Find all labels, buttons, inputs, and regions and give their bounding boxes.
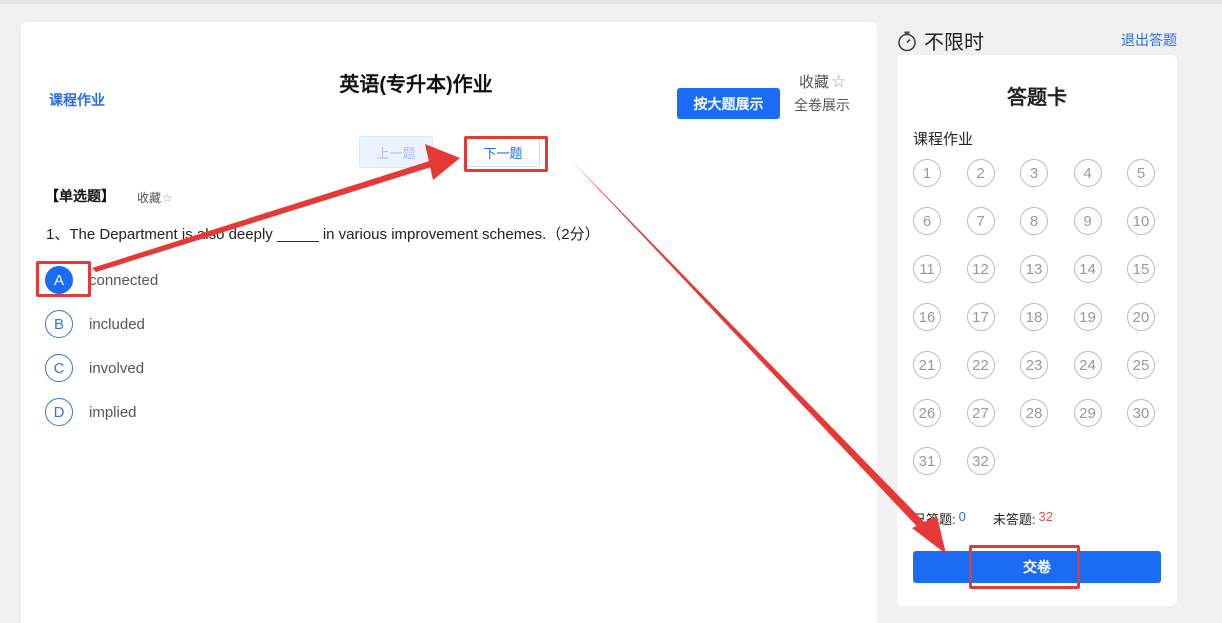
view-full-button[interactable]: 全卷展示 bbox=[794, 95, 850, 115]
question-number-18[interactable]: 18 bbox=[1020, 303, 1048, 331]
option-b-radio[interactable]: B bbox=[45, 310, 73, 338]
question-number-16[interactable]: 16 bbox=[913, 303, 941, 331]
option-c-text[interactable]: involved bbox=[89, 360, 144, 377]
question-text: 1、The Department is also deeply _____ in… bbox=[46, 226, 600, 243]
timer: 不限时 bbox=[896, 26, 984, 55]
option-d[interactable]: D implied bbox=[45, 398, 137, 426]
question-number-3[interactable]: 3 bbox=[1020, 159, 1048, 187]
question-number-25[interactable]: 25 bbox=[1127, 351, 1155, 379]
question-number-24[interactable]: 24 bbox=[1073, 351, 1102, 379]
answered-label: 已答题: bbox=[913, 512, 956, 527]
question-number-15[interactable]: 15 bbox=[1127, 255, 1155, 283]
question-number-13[interactable]: 13 bbox=[1020, 255, 1048, 283]
question-number-5[interactable]: 5 bbox=[1127, 159, 1155, 187]
question-number-30[interactable]: 30 bbox=[1127, 399, 1155, 427]
favorite-button[interactable]: 收藏 ☆ bbox=[799, 71, 846, 92]
exit-button[interactable]: 退出答题 bbox=[1121, 30, 1177, 50]
question-number-28[interactable]: 28 bbox=[1020, 399, 1048, 427]
question-number-19[interactable]: 19 bbox=[1073, 303, 1102, 331]
question-number-7[interactable]: 7 bbox=[966, 207, 995, 235]
option-d-text[interactable]: implied bbox=[89, 404, 137, 421]
question-number-2[interactable]: 2 bbox=[966, 159, 995, 187]
question-number-9[interactable]: 9 bbox=[1073, 207, 1102, 235]
option-c[interactable]: C involved bbox=[45, 354, 144, 382]
option-b[interactable]: B included bbox=[45, 310, 145, 338]
question-number-4[interactable]: 4 bbox=[1073, 159, 1102, 187]
favorite-label: 收藏 bbox=[799, 74, 830, 91]
answer-card-section: 课程作业 bbox=[913, 131, 974, 148]
question-number-14[interactable]: 14 bbox=[1073, 255, 1102, 283]
answer-card-title: 答题卡 bbox=[1007, 87, 1067, 109]
question-number-20[interactable]: 20 bbox=[1127, 303, 1155, 331]
question-number-22[interactable]: 22 bbox=[966, 351, 995, 379]
breadcrumb[interactable]: 课程作业 bbox=[49, 90, 105, 110]
view-by-major-button[interactable]: 按大题展示 bbox=[677, 88, 780, 119]
question-number-11[interactable]: 11 bbox=[913, 255, 941, 283]
question-number-8[interactable]: 8 bbox=[1020, 207, 1048, 235]
answered-count: 0 bbox=[958, 509, 966, 524]
stopwatch-icon bbox=[898, 31, 916, 51]
option-a-text[interactable]: connected bbox=[89, 272, 158, 289]
prev-question-button[interactable]: 上一题 bbox=[359, 136, 433, 168]
question-panel: 英语(专升本)作业 收藏 ☆ 课程作业 按大题展示 全卷展示 上一题 下一题 【… bbox=[21, 22, 877, 623]
unanswered-label: 未答题: bbox=[992, 512, 1036, 527]
question-number-23[interactable]: 23 bbox=[1020, 351, 1048, 379]
star-icon: ☆ bbox=[831, 71, 847, 91]
option-c-radio[interactable]: C bbox=[45, 354, 73, 382]
annotation-box-next bbox=[464, 136, 548, 172]
timer-label: 不限时 bbox=[924, 32, 984, 54]
star-icon: ☆ bbox=[162, 190, 173, 205]
question-number-1[interactable]: 1 bbox=[913, 159, 941, 187]
question-number-12[interactable]: 12 bbox=[966, 255, 995, 283]
annotation-box-option-a bbox=[36, 261, 91, 297]
answer-stats: 已答题: 0 未答题: 32 bbox=[913, 509, 1053, 528]
question-number-10[interactable]: 10 bbox=[1127, 207, 1155, 235]
question-number-26[interactable]: 26 bbox=[913, 399, 941, 427]
option-d-radio[interactable]: D bbox=[45, 398, 73, 426]
question-favorite-label: 收藏 bbox=[137, 191, 162, 205]
annotation-box-submit bbox=[969, 545, 1080, 589]
question-number-21[interactable]: 21 bbox=[913, 351, 941, 379]
question-favorite-button[interactable]: 收藏 ☆ bbox=[137, 189, 173, 206]
question-number-29[interactable]: 29 bbox=[1073, 399, 1102, 427]
option-b-text[interactable]: included bbox=[89, 316, 145, 333]
question-type-label: 【单选题】 bbox=[45, 188, 115, 204]
question-number-32[interactable]: 32 bbox=[966, 447, 995, 475]
unanswered-count: 32 bbox=[1038, 509, 1053, 524]
question-number-6[interactable]: 6 bbox=[913, 207, 941, 235]
question-number-27[interactable]: 27 bbox=[966, 399, 995, 427]
question-number-31[interactable]: 31 bbox=[913, 447, 941, 475]
question-number-17[interactable]: 17 bbox=[966, 303, 995, 331]
top-border bbox=[0, 0, 1222, 4]
answer-card: 答题卡 课程作业 1 2 3 4 5 6 7 8 9 10 11 12 13 14 15 16 17 18 19 20… bbox=[897, 55, 1177, 606]
